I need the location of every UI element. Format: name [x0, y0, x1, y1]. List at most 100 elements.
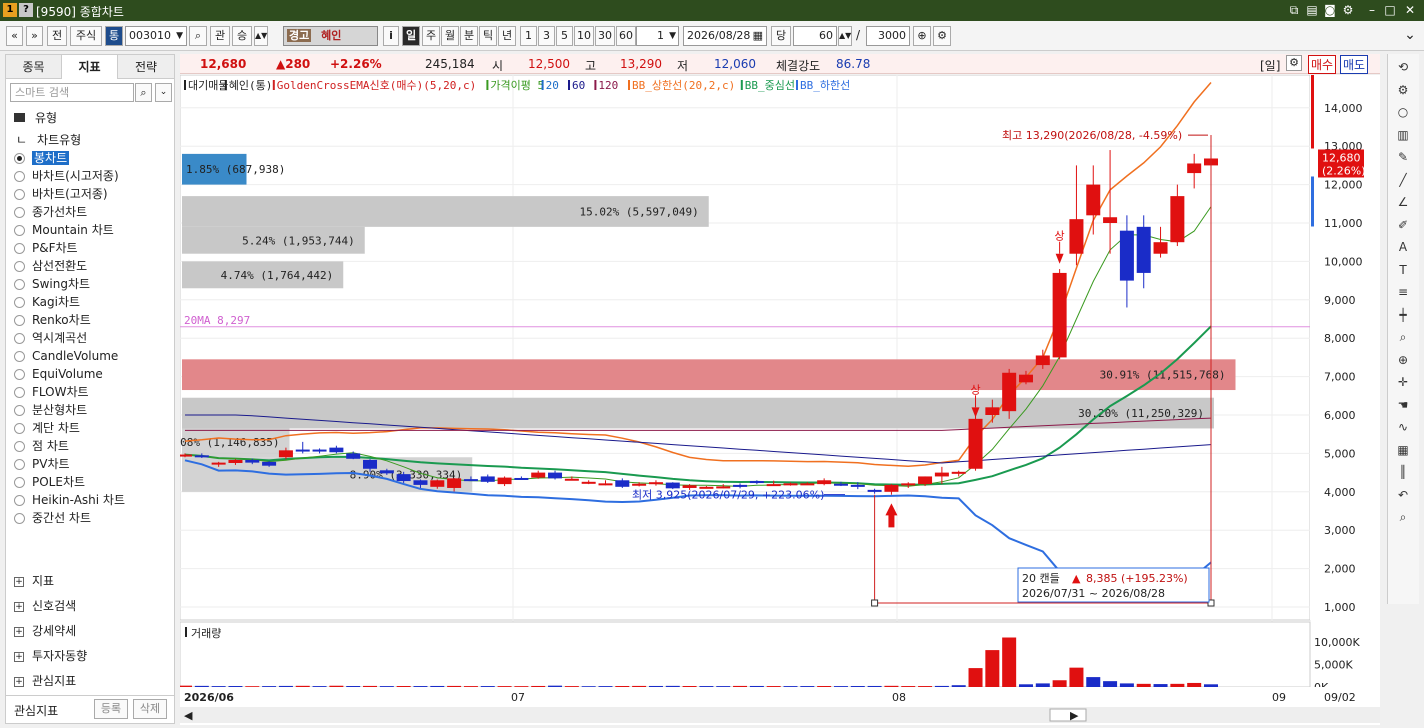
section-2[interactable]: + 강세약세 — [14, 622, 76, 640]
search-icon[interactable]: ⌕ — [1394, 508, 1412, 526]
chart-type-item[interactable]: EquiVolume — [14, 366, 103, 383]
section-1[interactable]: + 신호검색 — [14, 597, 76, 615]
chart-type-item[interactable]: Renko차트 — [14, 312, 91, 329]
gear-icon[interactable]: ⚙ — [1394, 81, 1412, 99]
radio-icon[interactable] — [14, 261, 25, 272]
interval-10[interactable]: 10 — [574, 26, 594, 46]
zoom-plus-icon[interactable]: ⊕ — [913, 26, 931, 46]
radio-icon[interactable] — [14, 243, 25, 254]
next-button[interactable]: » — [26, 26, 43, 46]
gear-icon[interactable]: ⚙ — [933, 26, 951, 46]
collapse-icon[interactable]: ⌄ — [1402, 26, 1418, 46]
chart-type-item[interactable]: 삼선전환도 — [14, 258, 87, 275]
radio-icon[interactable] — [14, 207, 25, 218]
section-4[interactable]: + 관심지표 — [14, 672, 76, 690]
period-month[interactable]: 월 — [441, 26, 459, 46]
current-button[interactable]: 당 — [771, 26, 791, 46]
bars-icon[interactable]: ║ — [1394, 463, 1412, 481]
chart-type-item[interactable]: 봉차트 — [14, 150, 70, 167]
watch-button[interactable]: 관 — [210, 26, 230, 46]
chart-type-item[interactable]: Kagi차트 — [14, 294, 80, 311]
maximize-button[interactable]: □ — [1382, 2, 1398, 18]
buy-button[interactable]: 매수 — [1308, 55, 1337, 74]
info-button[interactable]: i — [383, 26, 399, 46]
pencil-icon[interactable]: ✎ — [1394, 148, 1412, 166]
magnify-icon[interactable]: ⌕ — [1394, 328, 1412, 346]
interval-1[interactable]: 1 — [520, 26, 537, 46]
minimize-button[interactable]: – — [1364, 2, 1380, 18]
app-icon[interactable]: 1 — [3, 3, 17, 17]
radio-icon[interactable] — [14, 315, 25, 326]
radio-icon[interactable] — [14, 297, 25, 308]
group-chart-type[interactable]: ㄴ 차트유형 — [16, 131, 81, 149]
integrated-button[interactable]: 통 — [105, 26, 123, 46]
stock-type-button[interactable]: 주식 — [70, 26, 102, 46]
rise-button[interactable]: 승 — [232, 26, 252, 46]
tab-indicator[interactable]: 지표 — [62, 55, 118, 79]
tab-stock[interactable]: 종목 — [6, 55, 62, 79]
group-type[interactable]: 유형 — [14, 109, 57, 127]
interval-60[interactable]: 60 — [616, 26, 636, 46]
delete-button[interactable]: 삭제 — [133, 699, 167, 719]
link-icon[interactable]: ⧉ — [1286, 2, 1302, 18]
chart-type-item[interactable]: FLOW차트 — [14, 384, 89, 401]
period-minute[interactable]: 분 — [460, 26, 478, 46]
spin-icon[interactable]: ▲▼ — [254, 26, 268, 46]
period-tick[interactable]: 틱 — [479, 26, 497, 46]
expand-plus-icon[interactable]: + — [14, 577, 24, 587]
radio-icon[interactable] — [14, 441, 25, 452]
candle-icon[interactable]: ┿ — [1394, 306, 1412, 324]
chart-type-item[interactable]: Heikin-Ashi 차트 — [14, 492, 125, 509]
radio-icon[interactable] — [14, 189, 25, 200]
stock-code-input[interactable]: 003010 ▼ — [125, 26, 187, 46]
chart-type-item[interactable]: 중간선 차트 — [14, 510, 91, 527]
chart-type-item[interactable]: 분산형차트 — [14, 402, 87, 419]
angle-icon[interactable]: ∠ — [1394, 193, 1412, 211]
radio-icon[interactable] — [14, 387, 25, 398]
radio-icon[interactable] — [14, 513, 25, 524]
section-0[interactable]: + 지표 — [14, 572, 54, 590]
save-icon[interactable]: ▤ — [1304, 2, 1320, 18]
radio-icon[interactable] — [14, 477, 25, 488]
interval-5[interactable]: 5 — [556, 26, 573, 46]
chart-type-item[interactable]: 점 차트 — [14, 438, 69, 455]
expand-icon[interactable]: ⌄ — [155, 83, 172, 102]
sell-button[interactable]: 매도 — [1340, 55, 1369, 74]
radio-icon[interactable] — [14, 369, 25, 380]
count-input[interactable]: 60 — [793, 26, 837, 46]
chart-type-item[interactable]: 바차트(고저종) — [14, 186, 108, 203]
circle-icon[interactable]: ○ — [1394, 103, 1412, 121]
period-year[interactable]: 년 — [498, 26, 516, 46]
register-button[interactable]: 등록 — [94, 699, 128, 719]
text-icon[interactable]: T — [1394, 261, 1412, 279]
chart-type-item[interactable]: 역시계곡선 — [14, 330, 87, 347]
interval-30[interactable]: 30 — [595, 26, 615, 46]
chart-type-item[interactable]: P&F차트 — [14, 240, 78, 257]
camera-icon[interactable]: ◙ — [1322, 2, 1338, 18]
search-icon[interactable]: ⌕ — [135, 83, 152, 102]
total-input[interactable]: 3000 — [866, 26, 910, 46]
radio-icon[interactable] — [14, 495, 25, 506]
line-icon[interactable]: ╱ — [1394, 171, 1412, 189]
expand-plus-icon[interactable]: + — [14, 652, 24, 662]
chart-type-item[interactable]: POLE차트 — [14, 474, 85, 491]
main-chart[interactable]: 14,00013,00012,00011,00010,0009,0008,000… — [180, 75, 1380, 725]
chart-type-item[interactable]: 종가선차트 — [14, 204, 87, 221]
search-icon[interactable]: ⌕ — [189, 26, 207, 46]
radio-icon[interactable] — [14, 333, 25, 344]
prev-button[interactable]: « — [6, 26, 23, 46]
draw-icon[interactable]: ✐ — [1394, 216, 1412, 234]
auto-icon[interactable]: A — [1394, 238, 1412, 256]
bar-chart-icon[interactable]: ▥ — [1394, 126, 1412, 144]
radio-icon[interactable] — [14, 459, 25, 470]
all-button[interactable]: 전 — [47, 26, 67, 46]
period-day[interactable]: 일 — [402, 26, 420, 46]
calendar-icon[interactable]: ▦ — [753, 27, 763, 45]
section-3[interactable]: + 투자자동향 — [14, 647, 87, 665]
radio-icon[interactable] — [14, 279, 25, 290]
chart-type-item[interactable]: PV차트 — [14, 456, 70, 473]
count-spin-icon[interactable]: ▲▼ — [838, 26, 852, 46]
gear-icon[interactable]: ⚙ — [1286, 55, 1302, 71]
chart-type-item[interactable]: 바차트(시고저종) — [14, 168, 119, 185]
close-button[interactable]: ✕ — [1402, 2, 1418, 18]
